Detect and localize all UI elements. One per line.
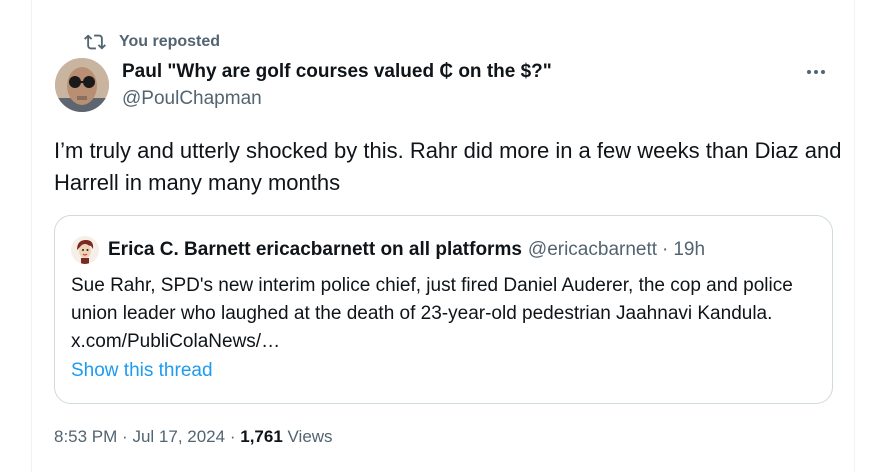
tweet-time[interactable]: 8:53 PM: [54, 427, 117, 446]
tweet-date[interactable]: Jul 17, 2024: [132, 427, 225, 446]
more-options-icon[interactable]: [802, 58, 830, 86]
quoted-author-handle[interactable]: @ericacbarnett: [528, 239, 657, 261]
author-handle[interactable]: @PoulChapman: [122, 87, 552, 111]
tweet[interactable]: You reposted Paul "Why are golf courses …: [31, 0, 855, 472]
show-thread-link[interactable]: Show this thread: [71, 360, 213, 382]
quoted-timestamp[interactable]: 19h: [673, 239, 705, 261]
quoted-tweet-header: Erica C. Barnett ericacbarnett on all pl…: [71, 236, 705, 264]
views-label: Views: [287, 427, 333, 446]
quoted-avatar[interactable]: [71, 236, 99, 264]
quoted-tweet[interactable]: Erica C. Barnett ericacbarnett on all pl…: [54, 215, 833, 404]
separator: ·: [122, 427, 128, 446]
separator: ·: [229, 427, 236, 446]
tweet-meta: 8:53 PM · Jul 17, 2024 · 1,761 Views: [54, 427, 333, 447]
avatar[interactable]: [55, 58, 109, 112]
quoted-tweet-text: Sue Rahr, SPD's new interim police chief…: [71, 275, 793, 352]
repost-label: You reposted: [119, 33, 221, 50]
separator: ·: [662, 239, 669, 260]
author-name[interactable]: Paul "Why are golf courses valued ₵ on t…: [122, 60, 552, 84]
views-count: 1,761: [240, 427, 283, 446]
repost-indicator: You reposted: [84, 31, 220, 53]
quoted-author-name[interactable]: Erica C. Barnett ericacbarnett on all pl…: [108, 239, 522, 261]
author[interactable]: Paul "Why are golf courses valued ₵ on t…: [122, 60, 552, 111]
tweet-text: I’m truly and utterly shocked by this. R…: [54, 138, 842, 195]
repost-icon: [84, 34, 106, 50]
